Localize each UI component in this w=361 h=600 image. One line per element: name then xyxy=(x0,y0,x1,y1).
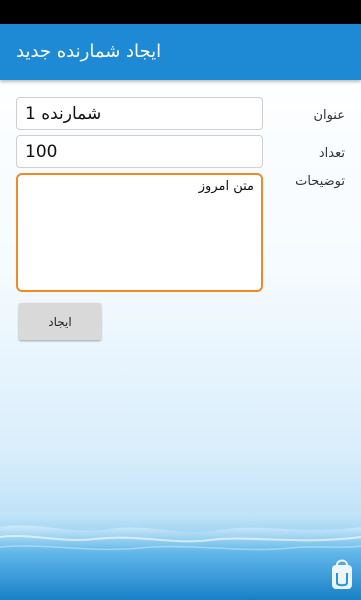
description-textarea[interactable]: متن امروز xyxy=(16,173,263,292)
page-title: ایجاد شمارنده جدید xyxy=(16,41,162,62)
create-button[interactable]: ایجاد xyxy=(19,303,101,340)
title-label: عنوان xyxy=(313,108,345,123)
water-wave-background xyxy=(0,515,361,600)
app-bar: ایجاد شمارنده جدید xyxy=(0,24,361,80)
count-input[interactable]: 100 xyxy=(16,135,263,168)
create-button-label: ایجاد xyxy=(48,314,72,329)
status-bar xyxy=(0,0,361,24)
cafebazaar-logo-icon xyxy=(329,555,355,595)
description-label: توضیحات xyxy=(295,174,345,189)
count-label: تعداد xyxy=(318,146,345,161)
description-textarea-value: متن امروز xyxy=(198,179,254,194)
title-input[interactable]: شمارنده 1 xyxy=(16,97,263,130)
title-input-value: شمارنده 1 xyxy=(25,103,102,124)
count-input-value: 100 xyxy=(25,141,58,162)
